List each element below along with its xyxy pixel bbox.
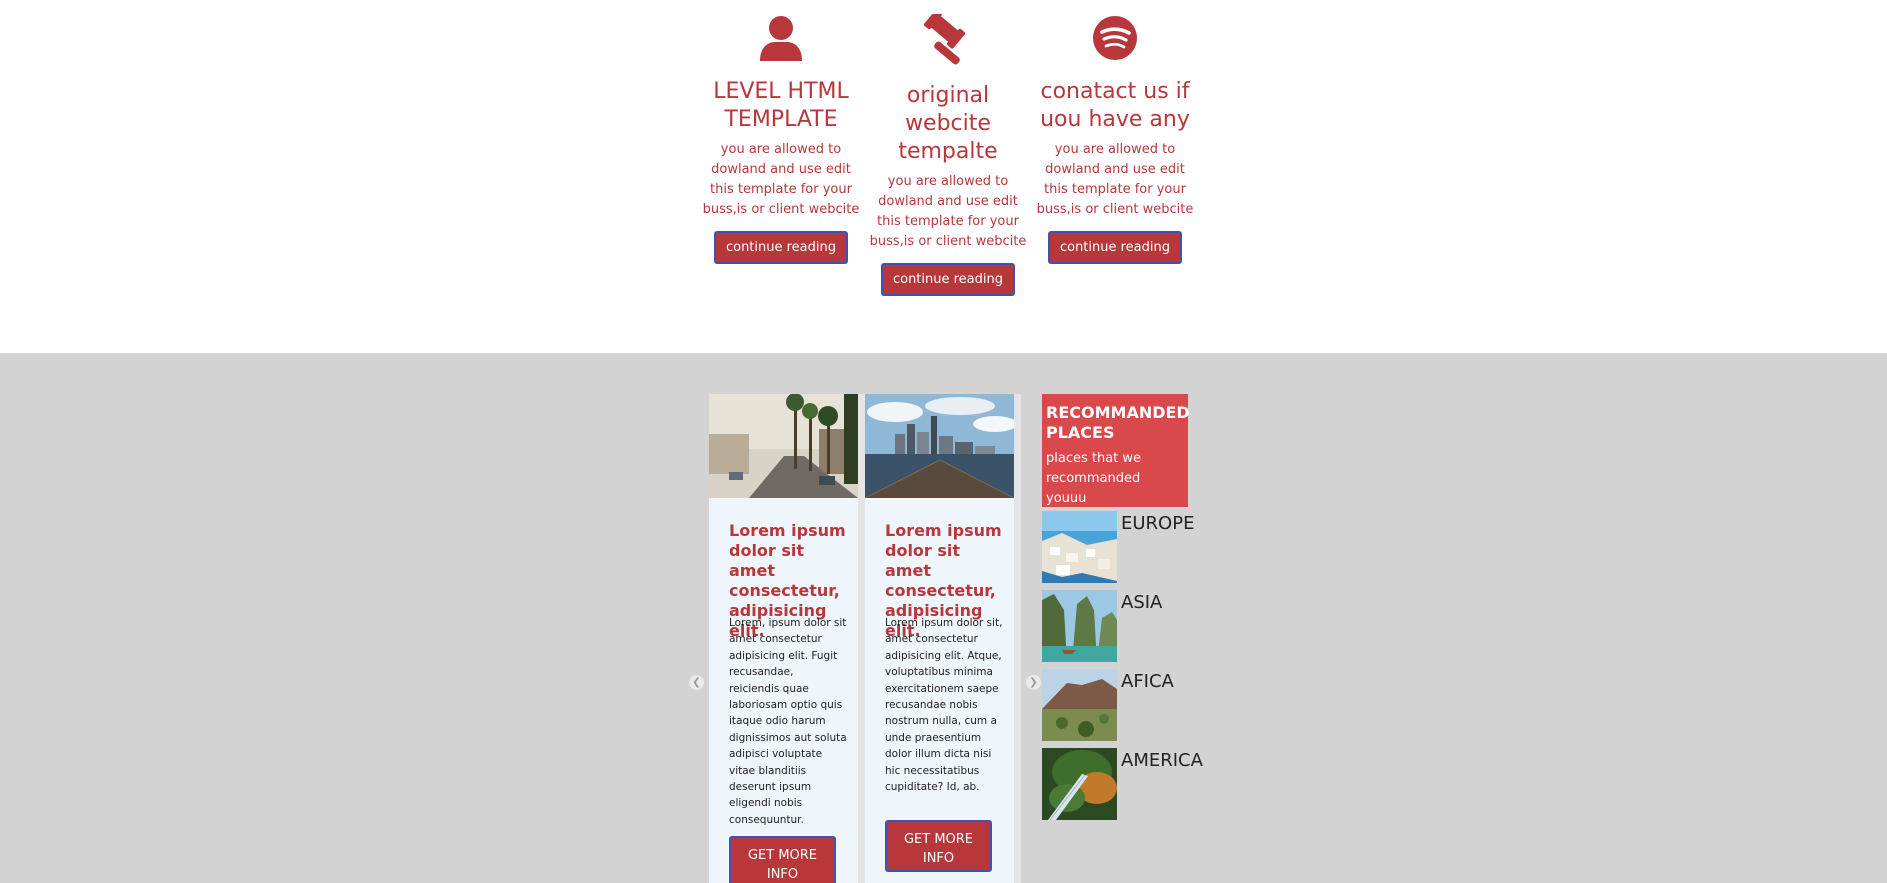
chevron-left-icon[interactable]: ❮: [689, 675, 704, 690]
continue-reading-button[interactable]: continue reading: [880, 263, 1016, 296]
feature-title: original webcite tempalte: [898, 83, 998, 164]
africa-photo: [1042, 669, 1117, 741]
europe-photo: [1042, 511, 1117, 583]
feature-text: you are allowed to dowland and use edit …: [702, 142, 860, 217]
feature-title: conatact us if uou have any: [1040, 79, 1190, 132]
card-divider: [858, 394, 865, 883]
place-name: ASIA: [1121, 592, 1163, 613]
user-icon: [760, 16, 802, 61]
america-photo: [1042, 748, 1117, 820]
get-more-info-button[interactable]: GET MORE INFO: [729, 836, 836, 883]
card-divider: [1014, 394, 1021, 883]
place-asia[interactable]: ASIA: [1042, 590, 1202, 662]
recommended-places-box: RECOMMANDED PLACES places that we recomm…: [1042, 394, 1190, 507]
recommended-title: RECOMMANDED PLACES: [1046, 403, 1190, 442]
recommended-subtitle: places that we recommanded youuu: [1046, 451, 1142, 506]
card-text: Lorem ipsum dolor sit, amet consectetur …: [885, 617, 1003, 794]
chevron-right-icon[interactable]: ❯: [1026, 675, 1041, 690]
city-skyline-bridge-photo: [865, 394, 1014, 498]
features-section: LEVEL HTML TEMPLATE you are allowed to d…: [0, 0, 1887, 353]
spotify-icon: [1093, 16, 1137, 60]
article-card: Lorem ipsum dolor sit amet consectetur, …: [709, 394, 858, 883]
feature-text: you are allowed to dowland and use edit …: [869, 174, 1027, 249]
feature-text: you are allowed to dowland and use edit …: [1036, 142, 1194, 217]
place-name: EUROPE: [1121, 513, 1195, 534]
asia-photo: [1042, 590, 1117, 662]
city-street-palm-trees-photo: [709, 394, 858, 498]
article-card: Lorem ipsum dolor sit amet consectetur, …: [865, 394, 1014, 883]
place-america[interactable]: AMERICA: [1042, 748, 1203, 820]
content-section: ❮ Lorem ipsum dolor sit amet consectetur…: [0, 353, 1887, 883]
feature-column-level-template: LEVEL HTML TEMPLATE you are allowed to d…: [701, 14, 861, 264]
place-name: AMERICA: [1121, 750, 1203, 771]
gavel-icon: [924, 14, 966, 65]
feature-column-original-template: original webcite tempalte you are allowe…: [868, 14, 1028, 296]
place-name: AFICA: [1121, 671, 1174, 692]
place-africa[interactable]: AFICA: [1042, 669, 1202, 741]
continue-reading-button[interactable]: continue reading: [1047, 231, 1183, 264]
feature-title: LEVEL HTML TEMPLATE: [713, 79, 849, 132]
place-europe[interactable]: EUROPE: [1042, 511, 1202, 583]
feature-column-contact: conatact us if uou have any you are allo…: [1035, 14, 1195, 264]
continue-reading-button[interactable]: continue reading: [713, 231, 849, 264]
get-more-info-button[interactable]: GET MORE INFO: [885, 820, 992, 872]
card-text: Lorem, ipsum dolor sit amet consectetur …: [729, 617, 847, 826]
